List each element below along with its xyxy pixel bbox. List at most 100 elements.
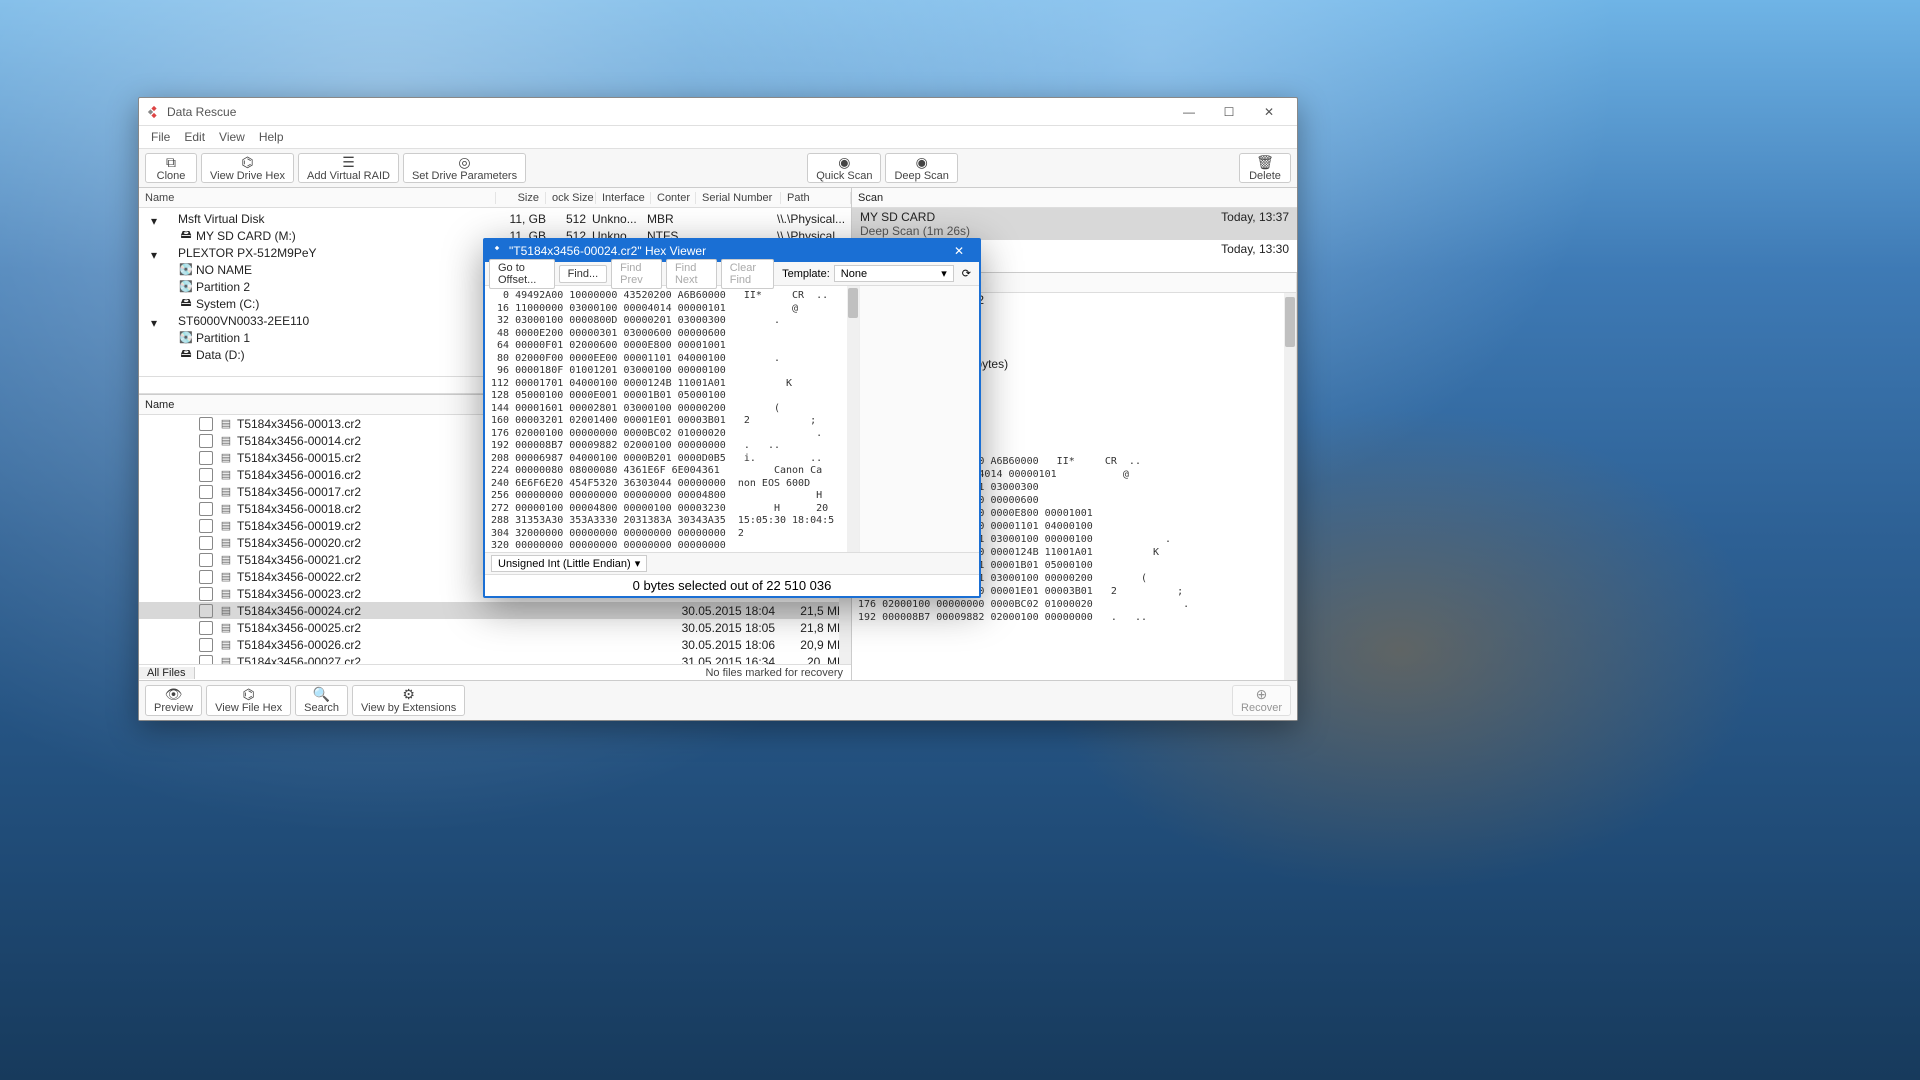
quick-scan-button[interactable]: ◉Quick Scan bbox=[807, 153, 881, 183]
hex-dump[interactable]: 0 49492A00 10000000 43520200 A6B60000 II… bbox=[485, 286, 859, 552]
expand-icon[interactable] bbox=[169, 265, 178, 274]
go-to-offset-button[interactable]: Go to Offset... bbox=[489, 259, 555, 289]
file-checkbox[interactable] bbox=[199, 502, 213, 516]
bottom-toolbar: 👁Preview ⌬View File Hex 🔍Search ⚙View by… bbox=[139, 680, 1297, 720]
view-drive-hex-button[interactable]: ⌬View Drive Hex bbox=[201, 153, 294, 183]
find-next-button[interactable]: Find Next bbox=[666, 259, 717, 289]
expand-icon[interactable] bbox=[169, 299, 178, 308]
main-toolbar: ⧉Clone ⌬View Drive Hex ☰Add Virtual RAID… bbox=[139, 148, 1297, 188]
add-virtual-raid-button[interactable]: ☰Add Virtual RAID bbox=[298, 153, 399, 183]
hex-close-button[interactable]: ✕ bbox=[945, 244, 973, 258]
file-row[interactable]: ▤T5184x3456-00024.cr230.05.2015 18:0421,… bbox=[139, 602, 851, 619]
file-checkbox[interactable] bbox=[199, 638, 213, 652]
file-checkbox[interactable] bbox=[199, 655, 213, 665]
expand-icon[interactable] bbox=[169, 231, 178, 240]
menu-help[interactable]: Help bbox=[253, 128, 290, 146]
file-name: T5184x3456-00024.cr2 bbox=[237, 604, 655, 618]
file-row[interactable]: ▤T5184x3456-00027.cr231.05.2015 16:3420,… bbox=[139, 653, 851, 664]
file-row[interactable]: ▤T5184x3456-00026.cr230.05.2015 18:0620,… bbox=[139, 636, 851, 653]
file-checkbox[interactable] bbox=[199, 621, 213, 635]
value-scrollbar[interactable] bbox=[1284, 293, 1296, 680]
view-by-extensions-button[interactable]: ⚙View by Extensions bbox=[352, 685, 465, 716]
all-files-tab[interactable]: All Files bbox=[139, 667, 195, 679]
expand-icon[interactable]: ▾ bbox=[151, 214, 160, 223]
file-checkbox[interactable] bbox=[199, 434, 213, 448]
tree-item-name: MY SD CARD (M:) bbox=[194, 229, 502, 243]
menu-edit[interactable]: Edit bbox=[178, 128, 211, 146]
params-icon: ◎ bbox=[458, 155, 470, 169]
file-checkbox[interactable] bbox=[199, 604, 213, 618]
deep-scan-button[interactable]: ◉Deep Scan bbox=[885, 153, 957, 183]
file-icon: ▤ bbox=[219, 485, 233, 498]
set-drive-parameters-button[interactable]: ◎Set Drive Parameters bbox=[403, 153, 526, 183]
tree-item-name: NO NAME bbox=[194, 263, 502, 277]
tree-item-name: Msft Virtual Disk bbox=[176, 212, 502, 226]
tree-item-name: PLEXTOR PX-512M9PeY bbox=[176, 246, 502, 260]
drive-icon: 💽 bbox=[178, 331, 194, 344]
hex-viewer-window[interactable]: "T5184x3456-00024.cr2" Hex Viewer ✕ Go t… bbox=[483, 238, 981, 598]
expand-icon[interactable]: ▾ bbox=[151, 248, 160, 257]
menu-bar: File Edit View Help bbox=[139, 126, 1297, 148]
minimize-button[interactable]: — bbox=[1169, 99, 1209, 125]
tree-row[interactable]: ▾Msft Virtual Disk11, GB512Unkno...MBR\\… bbox=[139, 210, 851, 227]
scan-header: Scan bbox=[852, 188, 1297, 208]
recover-icon: ⊕ bbox=[1256, 687, 1268, 701]
file-icon: ▤ bbox=[219, 570, 233, 583]
app-logo-icon bbox=[147, 105, 161, 119]
file-icon: ▤ bbox=[219, 468, 233, 481]
view-file-hex-button[interactable]: ⌬View File Hex bbox=[206, 685, 291, 716]
file-size: 21,8 MB bbox=[775, 621, 845, 635]
window-title: Data Rescue bbox=[167, 105, 1169, 119]
file-row[interactable]: ▤ T5184x3456-00025.cr230.05.2015 18:0521,… bbox=[139, 619, 851, 636]
menu-file[interactable]: File bbox=[145, 128, 176, 146]
scan-subtitle: Deep Scan (1m 26s) bbox=[860, 224, 1289, 238]
delete-button[interactable]: 🗑Delete bbox=[1239, 153, 1291, 183]
file-checkbox[interactable] bbox=[199, 519, 213, 533]
clear-find-button[interactable]: Clear Find bbox=[721, 259, 774, 289]
refresh-icon[interactable]: ⟳ bbox=[958, 267, 975, 280]
tree-item-name: ST6000VN0033-2EE110 bbox=[176, 314, 502, 328]
inspector-type-select[interactable]: Unsigned Int (Little Endian)▾ bbox=[491, 555, 647, 572]
file-name: T5184x3456-00027.cr2 bbox=[237, 655, 655, 665]
expand-icon[interactable] bbox=[169, 350, 178, 359]
expand-icon[interactable] bbox=[169, 333, 178, 342]
find-button[interactable]: Find... bbox=[559, 265, 608, 283]
clone-button[interactable]: ⧉Clone bbox=[145, 153, 197, 183]
search-button[interactable]: 🔍Search bbox=[295, 685, 348, 716]
file-checkbox[interactable] bbox=[199, 587, 213, 601]
file-checkbox[interactable] bbox=[199, 485, 213, 499]
trash-icon: 🗑 bbox=[1256, 155, 1274, 169]
hex-inspector-bar: Unsigned Int (Little Endian)▾ bbox=[485, 552, 979, 574]
menu-view[interactable]: View bbox=[213, 128, 251, 146]
titlebar[interactable]: Data Rescue — ☐ ✕ bbox=[139, 98, 1297, 126]
file-checkbox[interactable] bbox=[199, 536, 213, 550]
expand-icon[interactable] bbox=[169, 282, 178, 291]
hex-toolbar: Go to Offset... Find... Find Prev Find N… bbox=[485, 262, 979, 286]
drive-icon: 🖴 bbox=[178, 226, 194, 245]
file-icon: ▤ bbox=[219, 604, 233, 617]
file-checkbox[interactable] bbox=[199, 468, 213, 482]
file-icon: ▤ bbox=[219, 502, 233, 515]
hex-status-bar: 0 bytes selected out of 22 510 036 bbox=[485, 574, 979, 596]
recover-button[interactable]: ⊕Recover bbox=[1232, 685, 1291, 716]
find-prev-button[interactable]: Find Prev bbox=[611, 259, 662, 289]
hex-scrollbar[interactable] bbox=[847, 286, 859, 552]
file-icon: ▤ bbox=[219, 621, 233, 634]
file-size: 20,9 MB bbox=[775, 638, 845, 652]
preview-button[interactable]: 👁Preview bbox=[145, 685, 202, 716]
scan-item[interactable]: MY SD CARDToday, 13:37Deep Scan (1m 26s) bbox=[852, 208, 1297, 240]
file-checkbox[interactable] bbox=[199, 451, 213, 465]
file-checkbox[interactable] bbox=[199, 570, 213, 584]
maximize-button[interactable]: ☐ bbox=[1209, 99, 1249, 125]
file-checkbox[interactable] bbox=[199, 553, 213, 567]
drive-icon: 💽 bbox=[178, 263, 194, 276]
scan-time: Today, 13:37 bbox=[1221, 210, 1289, 224]
file-checkbox[interactable] bbox=[199, 417, 213, 431]
template-select[interactable]: None▾ bbox=[834, 265, 954, 282]
close-button[interactable]: ✕ bbox=[1249, 99, 1289, 125]
tree-item-name: Partition 1 bbox=[194, 331, 502, 345]
file-icon: ▤ bbox=[219, 417, 233, 430]
file-date: 30.05.2015 18:05 bbox=[655, 621, 775, 635]
expand-icon[interactable]: ▾ bbox=[151, 316, 160, 325]
file-name: T5184x3456-00025.cr2 bbox=[237, 621, 655, 635]
